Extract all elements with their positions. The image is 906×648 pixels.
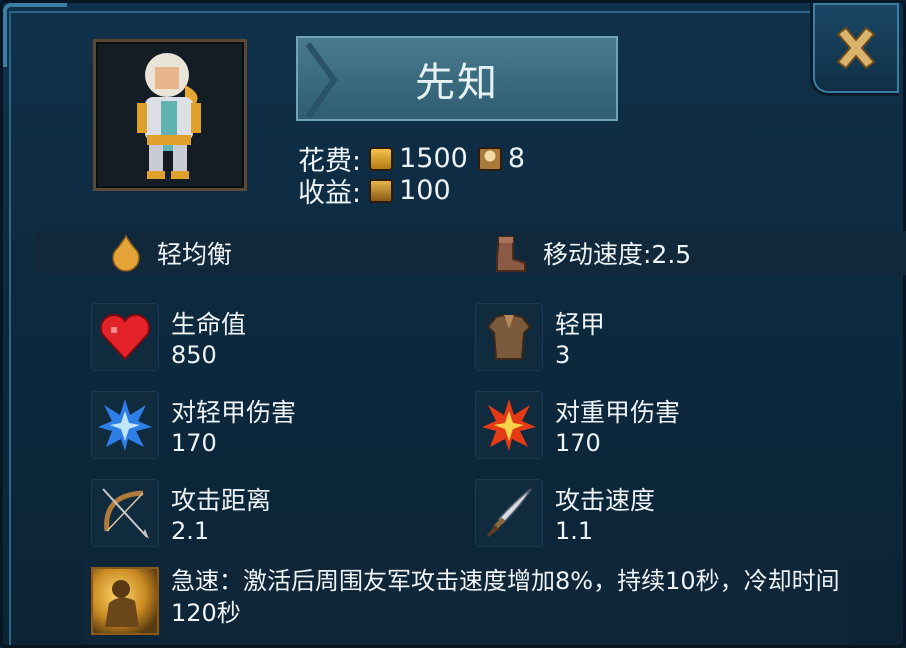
- heart-icon: [91, 303, 159, 371]
- panel-corner-ornament: [3, 3, 67, 67]
- stat-dmg-light: 对轻甲伤害 170: [91, 391, 421, 461]
- gold-coin-icon: [369, 146, 394, 171]
- unit-name-button[interactable]: 先知: [296, 36, 618, 121]
- armor-class-trait: 轻均衡: [109, 231, 232, 275]
- stat-hp: 生命值 850: [91, 303, 421, 373]
- close-x-icon: [836, 26, 876, 70]
- stat-value: 2.1: [171, 517, 210, 545]
- haste-skill-icon: [91, 567, 159, 635]
- skill-description-box: 急速：激活后周围友军攻击速度增加8%，持续10秒，冷却时间120秒: [83, 559, 849, 643]
- income-label: 收益:: [298, 178, 362, 209]
- bow-icon: [91, 479, 159, 547]
- blue-burst-icon: [91, 391, 159, 459]
- stat-value: 3: [555, 341, 571, 369]
- skill-description-text: 急速：激活后周围友军攻击速度增加8%，持续10秒，冷却时间120秒: [171, 567, 840, 627]
- stat-value: 170: [171, 429, 217, 457]
- stat-value: 850: [171, 341, 217, 369]
- stat-atk-speed: 攻击速度 1.1: [475, 479, 805, 549]
- fire-burst-icon: [475, 391, 543, 459]
- income-gold-value: 100: [399, 175, 451, 206]
- prophet-avatar: [137, 53, 201, 179]
- population-icon: [477, 146, 502, 171]
- stat-value: 170: [555, 429, 601, 457]
- move-speed-trait: 移动速度:2.5: [491, 231, 691, 275]
- income-icon: [369, 178, 394, 203]
- boot-icon: [496, 236, 526, 272]
- income-row: 收益: 100: [298, 171, 451, 210]
- cost-gold-value: 1500: [399, 143, 468, 174]
- stat-label: 对轻甲伤害: [171, 398, 297, 427]
- chevron-right-icon: [305, 42, 338, 119]
- trait-strip: 轻均衡 移动速度:2.5: [35, 231, 906, 275]
- stat-range: 攻击距离 2.1: [91, 479, 421, 549]
- stat-label: 对重甲伤害: [555, 398, 681, 427]
- move-speed-text: 移动速度:2.5: [543, 240, 692, 269]
- cost-pop-value: 8: [507, 143, 526, 174]
- close-button[interactable]: [810, 3, 899, 96]
- stat-dmg-heavy: 对重甲伤害 170: [475, 391, 805, 461]
- unit-info-panel: 先知 花费: 1500 8 收益: 100 轻均衡 移动速度:2.5 生命值 8…: [0, 0, 906, 648]
- stat-label: 攻击速度: [555, 486, 656, 515]
- light-armor-icon: [475, 303, 543, 371]
- stat-armor: 轻甲 3: [475, 303, 805, 373]
- unit-portrait: [93, 39, 247, 191]
- stat-label: 生命值: [171, 310, 247, 339]
- stat-label: 轻甲: [555, 310, 606, 339]
- stat-label: 攻击距离: [171, 486, 272, 515]
- dagger-icon: [475, 479, 543, 547]
- balance-drop-icon: [112, 234, 140, 272]
- armor-class-text: 轻均衡: [157, 240, 233, 269]
- stat-value: 1.1: [555, 517, 594, 545]
- unit-name: 先知: [415, 59, 499, 106]
